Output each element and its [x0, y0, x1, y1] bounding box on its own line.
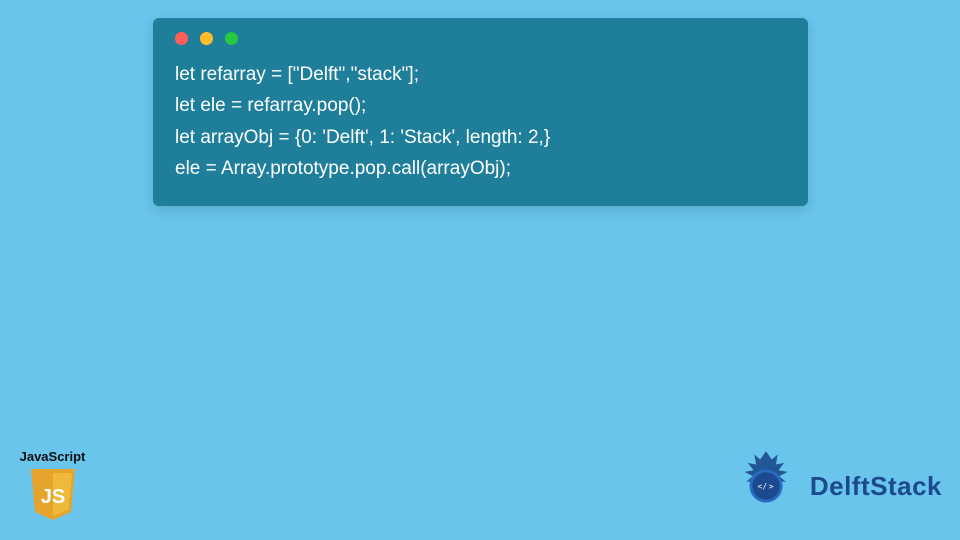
- svg-text:>: >: [769, 482, 774, 491]
- svg-text:JS: JS: [40, 486, 64, 508]
- code-block: let refarray = ["Delft","stack"]; let el…: [175, 59, 786, 184]
- javascript-badge: JavaScript JS: [15, 449, 90, 522]
- javascript-shield-icon: JS: [28, 467, 78, 522]
- code-line: ele = Array.prototype.pop.call(arrayObj)…: [175, 158, 511, 179]
- code-window: let refarray = ["Delft","stack"]; let el…: [153, 18, 808, 206]
- javascript-label: JavaScript: [20, 449, 86, 464]
- code-line: let refarray = ["Delft","stack"];: [175, 64, 419, 85]
- svg-text:/: /: [762, 482, 767, 491]
- code-line: let ele = refarray.pop();: [175, 95, 366, 116]
- svg-text:<: <: [757, 482, 762, 491]
- close-icon: [175, 32, 188, 45]
- delftstack-logo-icon: < / >: [730, 450, 802, 522]
- window-traffic-lights: [175, 32, 786, 45]
- code-line: let arrayObj = {0: 'Delft', 1: 'Stack', …: [175, 127, 550, 148]
- minimize-icon: [200, 32, 213, 45]
- brand-name: DelftStack: [810, 471, 942, 502]
- maximize-icon: [225, 32, 238, 45]
- delftstack-brand: < / > DelftStack: [730, 450, 942, 522]
